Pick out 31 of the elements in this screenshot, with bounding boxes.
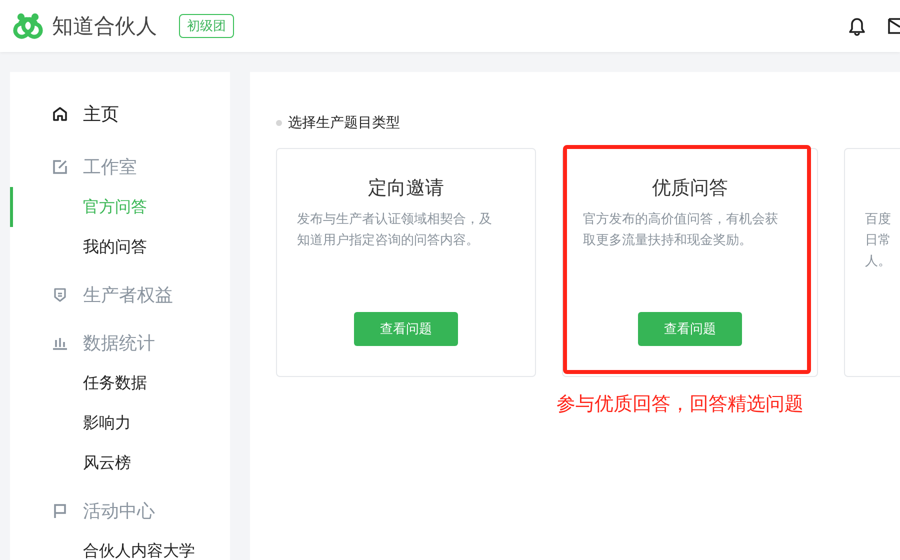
annotation-caption: 参与优质回答，回答精选问题 xyxy=(556,392,804,417)
sidebar-item[interactable]: 数据统计 xyxy=(10,323,230,363)
sidebar-item[interactable]: 主页 xyxy=(10,94,230,134)
card-description: 百度 日常 人。 xyxy=(865,211,892,271)
sidebar-item[interactable]: 官方问答 xyxy=(10,187,230,227)
view-questions-button[interactable]: 查看问题 xyxy=(354,312,458,346)
home-icon xyxy=(52,106,68,122)
sidebar-item[interactable]: 风云榜 xyxy=(10,443,230,483)
sidebar-item[interactable]: 工作室 xyxy=(10,147,230,187)
level-badge: 初级团 xyxy=(179,14,234,38)
sidebar-item[interactable]: 影响力 xyxy=(10,403,230,443)
card-title: 优质问答 xyxy=(652,176,728,201)
logo-icon xyxy=(10,12,46,40)
sidebar-item[interactable]: 我的问答 xyxy=(10,227,230,267)
sidebar-item[interactable]: 合伙人内容大学 xyxy=(10,531,230,560)
bullet-icon xyxy=(276,120,282,126)
sidebar-item[interactable]: 任务数据 xyxy=(10,363,230,403)
card-title: 定向邀请 xyxy=(368,176,444,201)
card-description: 官方发布的高价值问答，有机会获 取更多流量扶持和现金奖励。 xyxy=(583,211,779,250)
brand-name: 知道合伙人 xyxy=(52,13,157,40)
sidebar-item[interactable]: 生产者权益 xyxy=(10,275,230,315)
mail-icon[interactable] xyxy=(888,17,900,35)
view-questions-button[interactable]: 查看问题 xyxy=(638,312,742,346)
shield-icon xyxy=(52,287,68,303)
sidebar-item[interactable]: 活动中心 xyxy=(10,491,230,531)
flag-icon xyxy=(52,503,68,519)
section-heading: 选择生产题目类型 xyxy=(288,114,400,132)
bar-chart-icon xyxy=(52,335,68,351)
card-description: 发布与生产者认证领域相契合，及 知道用户指定咨询的问答内容。 xyxy=(297,211,493,250)
edit-icon xyxy=(52,159,68,175)
bell-icon[interactable] xyxy=(846,15,868,37)
